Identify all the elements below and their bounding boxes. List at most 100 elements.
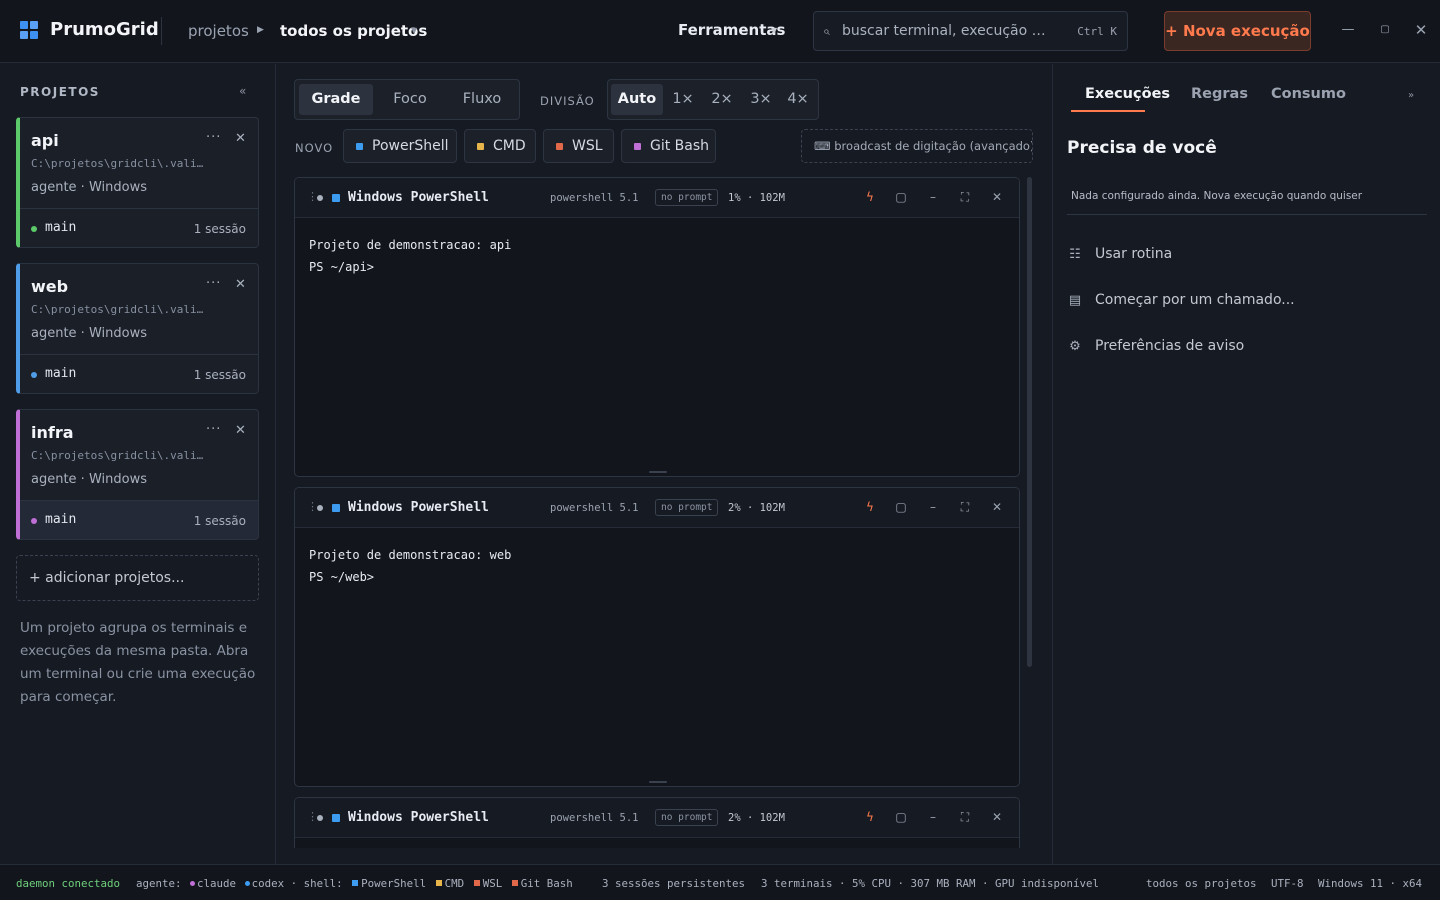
close-icon[interactable]: ✕ <box>235 423 246 438</box>
project-card-web[interactable]: web ··· ✕ C:\projetos\gridcli\.vali… age… <box>16 263 259 394</box>
terminal-pane[interactable]: ⋮ Windows PowerShell powershell 5.1 no p… <box>294 797 1020 848</box>
action-label: Preferências de aviso <box>1095 338 1245 354</box>
division-auto[interactable]: Auto <box>611 84 663 115</box>
broadcast-input-toggle[interactable]: ⌨ broadcast de digitação (avançado)... <box>801 129 1033 163</box>
view-mode-focus[interactable]: Foco <box>375 84 445 115</box>
terminal-title: Windows PowerShell <box>348 500 489 515</box>
close-icon[interactable]: ✕ <box>235 131 246 146</box>
project-name[interactable]: infra <box>31 423 74 442</box>
expand-icon[interactable]: ⛶ <box>958 190 972 205</box>
maximize-icon[interactable]: ▢ <box>1375 20 1395 40</box>
search-placeholder[interactable]: buscar terminal, execução ou spec... <box>842 23 1047 39</box>
status-badge: no prompt <box>655 189 719 206</box>
search-shortcut: Ctrl K <box>1077 25 1117 38</box>
encoding-indicator[interactable]: UTF-8 <box>1271 877 1304 890</box>
terminal-output[interactable]: Projeto de demonstracao: web PS ~/web> <box>309 544 511 588</box>
square-icon[interactable]: ▢ <box>894 810 908 824</box>
division-4x[interactable]: 4× <box>780 84 816 115</box>
branch-status-dot <box>31 226 37 232</box>
workspace-scrollbar[interactable] <box>1027 177 1032 667</box>
shell-name: PowerShell <box>361 877 427 890</box>
view-mode-grid[interactable]: Grade <box>299 84 373 115</box>
view-mode-flow[interactable]: Fluxo <box>447 84 517 115</box>
divider <box>161 17 162 45</box>
close-icon[interactable]: ✕ <box>235 277 246 292</box>
division-3x[interactable]: 3× <box>742 84 780 115</box>
more-icon[interactable]: ··· <box>206 422 221 437</box>
new-gitbash-button[interactable]: Git Bash <box>621 129 716 163</box>
project-name[interactable]: api <box>31 131 59 150</box>
tab-runs[interactable]: Execuções <box>1085 86 1170 102</box>
view-mode-switch: Grade Foco Fluxo <box>294 79 520 120</box>
branch-name: main <box>45 366 77 381</box>
project-card-api[interactable]: api ··· ✕ C:\projetos\gridcli\.vali… age… <box>16 117 259 248</box>
terminal-header[interactable]: ⋮ Windows PowerShell powershell 5.1 no p… <box>295 798 1019 838</box>
collapse-sidebar-icon[interactable]: « <box>239 84 246 98</box>
division-1x[interactable]: 1× <box>665 84 701 115</box>
tools-menu[interactable]: Ferramentas <box>678 21 785 39</box>
division-2x[interactable]: 2× <box>703 84 741 115</box>
sidebar-title: PROJETOS <box>20 85 100 99</box>
lightning-icon[interactable]: ϟ <box>863 500 877 514</box>
status-badge: no prompt <box>655 499 719 516</box>
minimize-icon[interactable]: – <box>926 810 940 824</box>
terminal-status-dot <box>317 815 323 821</box>
agent-name: codex <box>251 877 285 890</box>
tab-usage[interactable]: Consumo <box>1271 86 1346 102</box>
expand-icon[interactable]: ⛶ <box>958 810 972 825</box>
more-icon[interactable]: ··· <box>206 276 221 291</box>
more-icon[interactable]: ··· <box>206 130 221 145</box>
agent-label: agente: <box>136 877 182 890</box>
panel-title: Precisa de você <box>1067 138 1217 158</box>
project-session-row[interactable]: main 1 sessão <box>20 354 258 393</box>
square-icon[interactable]: ▢ <box>894 190 908 204</box>
new-cmd-button[interactable]: CMD <box>464 129 536 163</box>
new-wsl-button[interactable]: WSL <box>543 129 614 163</box>
resize-handle[interactable] <box>649 781 667 783</box>
close-icon[interactable]: ✕ <box>990 500 1004 514</box>
terminal-title: Windows PowerShell <box>348 190 489 205</box>
close-icon[interactable]: ✕ <box>990 190 1004 204</box>
close-icon[interactable]: ✕ <box>990 810 1004 824</box>
wsl-icon <box>556 143 563 150</box>
project-card-infra[interactable]: infra ··· ✕ C:\projetos\gridcli\.vali… a… <box>16 409 259 540</box>
close-window-icon[interactable]: ✕ <box>1411 20 1431 40</box>
terminal-header[interactable]: ⋮ Windows PowerShell powershell 5.1 no p… <box>295 488 1019 528</box>
search-input[interactable]: ⌕ buscar terminal, execução ou spec... C… <box>813 11 1128 51</box>
terminal-prompt: PS ~/web> <box>309 570 375 584</box>
minimize-icon[interactable]: – <box>926 190 940 204</box>
tab-rules[interactable]: Regras <box>1191 86 1248 102</box>
collapse-panel-icon[interactable]: » <box>1408 90 1414 101</box>
shell-name: Git Bash <box>520 877 573 890</box>
chevron-down-icon[interactable]: ▼ <box>771 26 777 35</box>
lightning-icon[interactable]: ϟ <box>863 190 877 204</box>
minimize-icon[interactable]: – <box>926 500 940 514</box>
chevron-down-icon[interactable]: ▼ <box>411 26 417 35</box>
breadcrumb-projects[interactable]: projetos <box>188 22 249 40</box>
minimize-icon[interactable]: — <box>1338 20 1358 40</box>
breadcrumb-current[interactable]: todos os projetos <box>280 22 427 40</box>
daemon-status: daemon conectado <box>16 877 121 890</box>
shell-dot <box>511 880 518 886</box>
terminal-pane[interactable]: ⋮ Windows PowerShell powershell 5.1 no p… <box>294 487 1020 787</box>
terminal-pane[interactable]: ⋮ Windows PowerShell powershell 5.1 no p… <box>294 177 1020 477</box>
add-project-label[interactable]: + adicionar projetos... <box>29 570 184 586</box>
powershell-icon <box>356 143 363 150</box>
lightning-icon[interactable]: ϟ <box>863 810 877 824</box>
session-count: 1 sessão <box>193 514 246 528</box>
project-name[interactable]: web <box>31 277 68 296</box>
project-session-row[interactable]: main 1 sessão <box>20 208 258 247</box>
square-icon[interactable]: ▢ <box>894 500 908 514</box>
session-count: 1 sessão <box>193 222 246 236</box>
status-badge: no prompt <box>655 809 719 826</box>
project-session-row[interactable]: main 1 sessão <box>20 500 258 539</box>
add-project-button[interactable]: + adicionar projetos... <box>16 555 259 601</box>
new-run-button[interactable]: + Nova execução <box>1164 11 1311 51</box>
scope-indicator[interactable]: todos os projetos <box>1146 877 1257 890</box>
new-powershell-button[interactable]: PowerShell <box>343 129 457 163</box>
resize-handle[interactable] <box>649 471 667 473</box>
expand-icon[interactable]: ⛶ <box>958 500 972 515</box>
terminal-header[interactable]: ⋮ Windows PowerShell powershell 5.1 no p… <box>295 178 1019 218</box>
shell-dot <box>473 880 480 886</box>
terminal-output[interactable]: Projeto de demonstracao: api PS ~/api> <box>309 234 511 278</box>
